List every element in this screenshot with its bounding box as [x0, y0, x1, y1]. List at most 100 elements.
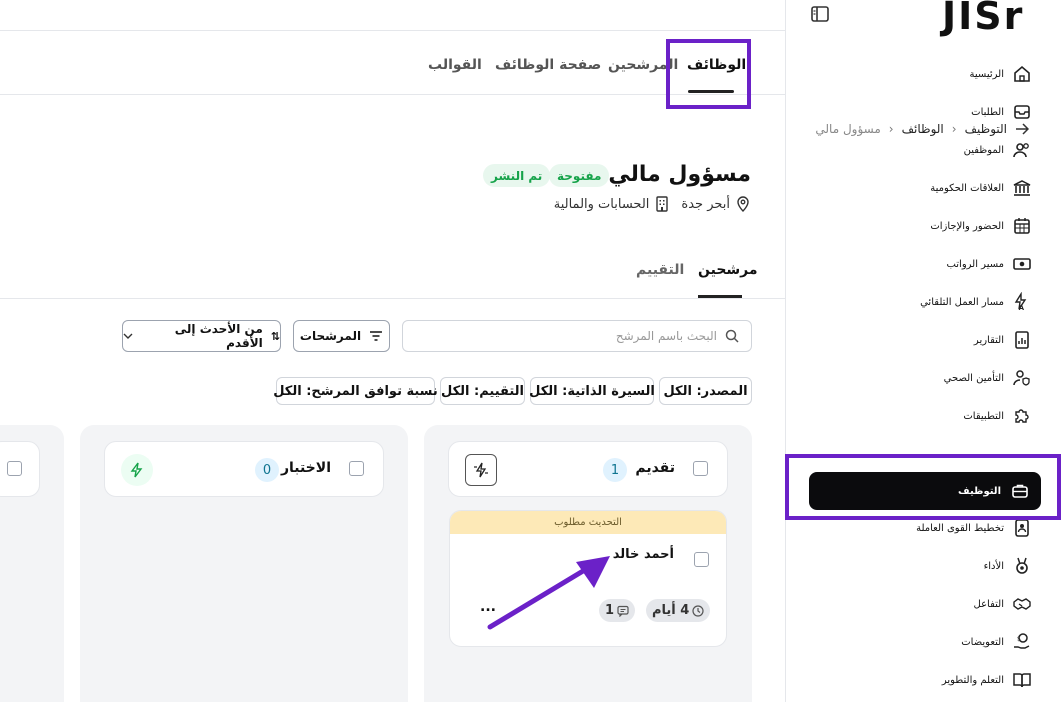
sidebar-toggle-icon[interactable]: [810, 5, 830, 23]
sidebar-item-label: التطبيقات: [963, 410, 1004, 422]
column-select-checkbox[interactable]: [693, 461, 708, 476]
column-select-checkbox[interactable]: [7, 461, 22, 476]
highlight-box-tab: [666, 39, 751, 109]
calendar-icon: [1012, 216, 1032, 236]
filters-label: المرشحات: [299, 329, 362, 343]
sidebar-item-automation[interactable]: A مسار العمل التلقائي: [920, 289, 1032, 315]
column-title: الاختبار: [280, 460, 331, 476]
sidebar-item-label: التأمين الصحي: [943, 372, 1004, 384]
breadcrumb-current: مسؤول مالي: [815, 122, 881, 136]
sidebar-item-home[interactable]: الرئيسية: [970, 61, 1032, 87]
book-icon: [1012, 670, 1032, 690]
inbox-icon: [1012, 102, 1032, 122]
users-icon: [1012, 140, 1032, 160]
badge-icon: [1012, 518, 1032, 538]
sidebar-item-money[interactable]: مسير الرواتب: [946, 251, 1032, 277]
sidebar-item-label: مسير الرواتب: [946, 258, 1004, 270]
svg-text:$: $: [1017, 636, 1021, 643]
column-header-partial: [0, 441, 40, 497]
column-header-apply: تقديم 1: [448, 441, 728, 497]
column-header-test: الاختبار 0: [104, 441, 384, 497]
sort-dropdown[interactable]: ⇅ من الأحدث إلى الأقدم: [122, 320, 281, 352]
report-icon: [1012, 330, 1032, 350]
filter-chip-source[interactable]: المصدر: الكل: [659, 377, 752, 405]
sidebar-item-label: مسار العمل التلقائي: [920, 296, 1004, 308]
building-icon: [655, 196, 669, 212]
chevron-left-icon: ‹: [951, 122, 957, 136]
sidebar-item-bank[interactable]: العلاقات الحكومية: [930, 175, 1032, 201]
breadcrumb-jobs[interactable]: الوظائف: [902, 122, 944, 136]
sidebar-item-puzzle[interactable]: التطبيقات: [963, 403, 1032, 429]
back-arrow-icon[interactable]: [1015, 123, 1029, 135]
chevron-left-icon: ‹: [888, 122, 894, 136]
sidebar-item-hand-money[interactable]: $ التعويضات: [961, 629, 1032, 655]
candidate-select-checkbox[interactable]: [694, 552, 709, 567]
status-badge-open: مفتوحة: [549, 164, 610, 187]
job-department: الحسابات والمالية: [553, 196, 650, 212]
sidebar-item-report[interactable]: التقارير: [974, 327, 1032, 353]
tab-jobs-page[interactable]: صفحة الوظائف: [495, 57, 601, 73]
top-bar: [0, 0, 785, 31]
svg-text:A: A: [1019, 304, 1025, 312]
filter-chip-match[interactable]: نسبة توافق المرشح: الكل: [273, 377, 438, 405]
money-icon: [1012, 254, 1032, 274]
sidebar-item-label: التقارير: [973, 334, 1004, 346]
sidebar-item-label: الحضور والإجازات: [930, 220, 1004, 232]
search-placeholder: البحث باسم المرشح: [615, 329, 717, 343]
filters-button[interactable]: المرشحات: [293, 320, 390, 352]
column-title: تقديم: [635, 460, 675, 476]
filter-chip-rating[interactable]: التقييم: الكل: [440, 377, 525, 405]
column-select-checkbox[interactable]: [349, 461, 364, 476]
update-required-banner: التحديث مطلوب: [450, 511, 726, 534]
page-title: مسؤول مالي: [608, 162, 751, 187]
sidebar-item-label: التعويضات: [961, 636, 1004, 648]
tab-templates[interactable]: القوالب: [428, 57, 482, 73]
medal-icon: [1012, 556, 1032, 576]
home-icon: [1012, 64, 1032, 84]
sidebar: JISr الرئيسية الطلبات الموظفين العلاقات الح…: [785, 0, 1062, 702]
sidebar-item-label: التعلم والتطوير: [941, 674, 1004, 686]
status-badge-published: تم النشر: [483, 164, 551, 187]
automation-icon: A: [1012, 292, 1032, 312]
sidebar-item-label: تخطيط القوى العاملة: [916, 522, 1004, 534]
sidebar-item-book[interactable]: التعلم والتطوير: [942, 667, 1032, 693]
search-icon: [725, 329, 739, 343]
breadcrumb-recruitment[interactable]: التوظيف: [965, 122, 1007, 136]
candidate-name[interactable]: أحمد خالد: [613, 547, 674, 562]
sidebar-item-users[interactable]: الموظفين: [964, 137, 1032, 163]
tab-evaluation[interactable]: التقييم: [636, 262, 684, 278]
sidebar-item-label: الطلبات: [971, 106, 1004, 118]
column-count-badge: 1: [603, 458, 627, 482]
filter-icon: [369, 330, 383, 342]
search-input[interactable]: البحث باسم المرشح: [402, 320, 752, 352]
column-count-badge: 0: [255, 458, 279, 482]
sidebar-item-medal[interactable]: الأداء: [984, 553, 1032, 579]
clock-icon: [692, 604, 704, 617]
lightning-icon[interactable]: [121, 454, 153, 486]
auto-move-button[interactable]: [465, 454, 497, 486]
sidebar-item-handshake[interactable]: التفاعل: [974, 591, 1033, 617]
highlight-box-sidebar: [785, 454, 1061, 520]
sidebar-item-calendar[interactable]: الحضور والإجازات: [930, 213, 1032, 239]
tab-candidates-list[interactable]: مرشحين: [698, 262, 758, 278]
lightning-filter-icon: [474, 462, 488, 478]
sidebar-item-insurance[interactable]: التأمين الصحي: [944, 365, 1032, 391]
sidebar-item-label: الموظفين: [963, 144, 1004, 156]
sidebar-item-label: التفاعل: [973, 598, 1005, 610]
sort-label: من الأحدث إلى الأقدم: [174, 322, 263, 350]
job-location: أبحر جدة: [681, 196, 730, 212]
handshake-icon: [1012, 594, 1032, 614]
sidebar-item-label: الأداء: [983, 560, 1004, 572]
sort-icon: ⇅: [270, 329, 280, 343]
sub-tabs: مرشحين التقييم: [0, 250, 785, 299]
app-logo: JISr: [942, 0, 1025, 38]
filter-chip-cv[interactable]: السيرة الذاتية: الكل: [529, 377, 655, 405]
job-meta: أبحر جدة الحسابات والمالية: [554, 196, 750, 212]
sidebar-item-label: العلاقات الحكومية: [930, 182, 1004, 194]
days-pill: 4 أيام: [646, 599, 711, 622]
hand-money-icon: $: [1012, 632, 1032, 652]
subtab-underline: [698, 295, 742, 298]
chevron-down-icon: [123, 333, 133, 339]
insurance-icon: [1012, 368, 1032, 388]
sidebar-item-label: الرئيسية: [969, 68, 1004, 80]
